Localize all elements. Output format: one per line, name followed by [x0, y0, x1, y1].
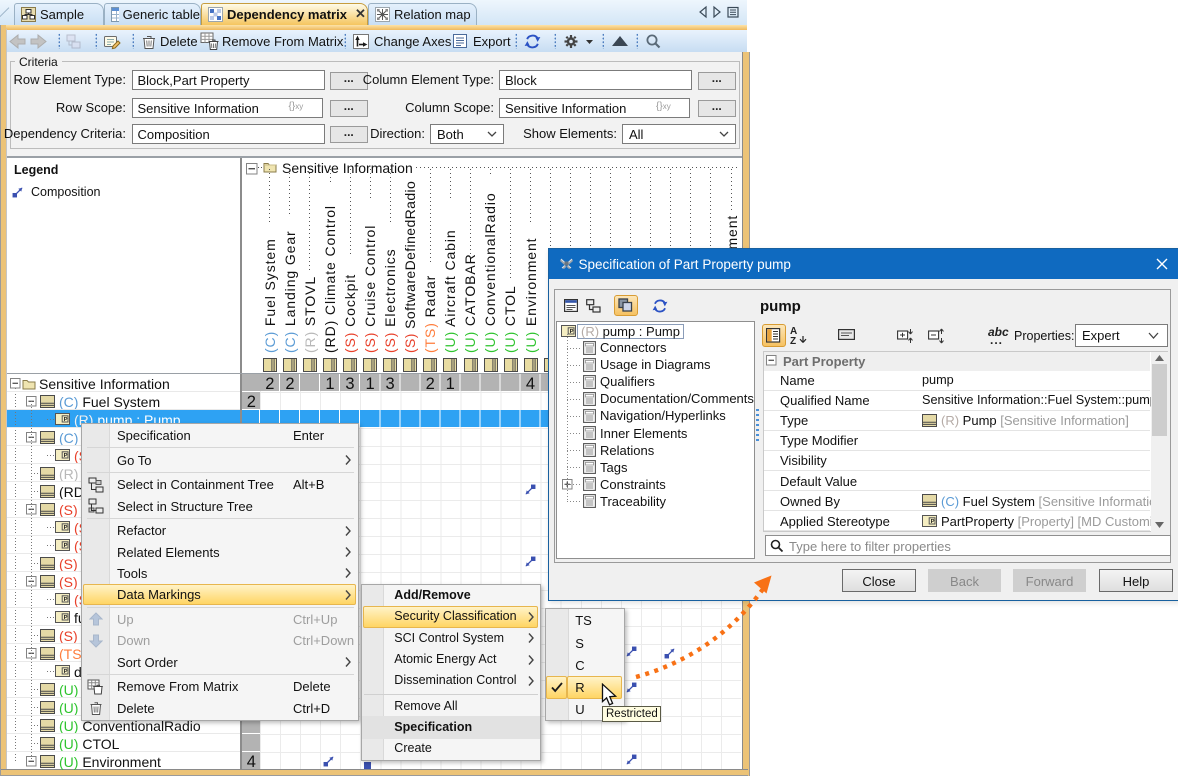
svg-text:P: P — [931, 519, 935, 525]
svg-text:Z: Z — [790, 336, 796, 345]
svg-text:P: P — [569, 329, 573, 335]
